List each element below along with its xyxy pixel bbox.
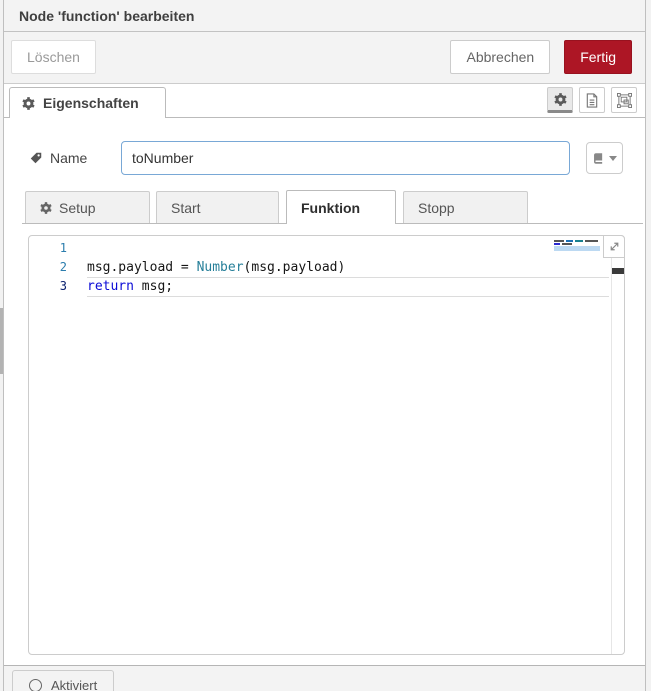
node-edit-form: Name (4, 118, 645, 665)
tab-stopp[interactable]: Stopp (403, 191, 528, 224)
appearance-view-button[interactable] (611, 87, 637, 113)
library-button[interactable] (586, 142, 623, 174)
tab-properties[interactable]: Eigenschaften (9, 87, 166, 118)
tab-funktion-label: Funktion (301, 200, 360, 216)
tab-funktion[interactable]: Funktion (286, 190, 396, 224)
edit-dialog-tray: Node 'function' bearbeiten Löschen Abbre… (3, 0, 646, 691)
properties-view-button[interactable] (547, 87, 573, 113)
tab-setup[interactable]: Setup (25, 191, 150, 224)
tab-start-label: Start (171, 200, 201, 216)
dialog-toolbar: Löschen Abbrechen Fertig (4, 32, 645, 84)
cancel-button[interactable]: Abbrechen (450, 40, 550, 74)
book-icon (592, 152, 605, 165)
gear-icon (554, 93, 567, 106)
name-label: Name (50, 150, 87, 166)
line-number: 1 (29, 239, 67, 258)
editor-scrollbar[interactable] (611, 258, 624, 654)
code-text: return msg; (67, 277, 173, 296)
tab-start[interactable]: Start (156, 191, 279, 224)
gear-icon (22, 97, 35, 110)
editor-scrollbar-thumb[interactable] (612, 268, 624, 274)
enabled-label: Aktiviert (51, 678, 97, 691)
name-label-group: Name (29, 150, 121, 166)
code-editor[interactable]: 1 2 msg.payload = Number(msg.payload) 3 … (28, 235, 625, 655)
tab-setup-label: Setup (59, 200, 96, 216)
description-view-button[interactable] (579, 87, 605, 113)
code-rows: 1 2 msg.payload = Number(msg.payload) 3 … (29, 236, 624, 296)
gear-icon (40, 202, 52, 214)
dialog-footer: Aktiviert (4, 665, 645, 691)
function-tabs: Setup Start Funktion Stopp (22, 190, 643, 224)
code-text (67, 239, 87, 258)
name-field-row: Name (29, 141, 623, 175)
tab-properties-label: Eigenschaften (43, 95, 139, 111)
delete-button[interactable]: Löschen (11, 40, 96, 74)
code-line-underline (87, 296, 609, 297)
code-line: 1 (29, 239, 624, 258)
done-button[interactable]: Fertig (564, 40, 632, 74)
dialog-header: Node 'function' bearbeiten (4, 0, 645, 32)
chevron-down-icon (609, 156, 617, 161)
properties-tab-bar: Eigenschaften (4, 84, 645, 118)
line-number: 3 (29, 277, 67, 296)
circle-icon (29, 679, 42, 691)
description-icon (585, 93, 599, 108)
toolbar-right-group: Abbrechen Fertig (450, 40, 632, 74)
expand-icon (608, 240, 621, 253)
code-line-underline (87, 277, 609, 278)
tag-icon (29, 151, 43, 165)
property-view-buttons (547, 87, 637, 113)
appearance-icon (617, 93, 632, 108)
dialog-title: Node 'function' bearbeiten (19, 8, 194, 24)
node-enabled-toggle[interactable]: Aktiviert (12, 670, 114, 691)
code-line: 3 return msg; (29, 277, 624, 296)
tab-stopp-label: Stopp (418, 200, 455, 216)
code-line: 2 msg.payload = Number(msg.payload) (29, 258, 624, 277)
code-text: msg.payload = Number(msg.payload) (67, 258, 345, 277)
line-number: 2 (29, 258, 67, 277)
editor-minimap (554, 240, 600, 252)
expand-editor-button[interactable] (603, 235, 625, 258)
name-input[interactable] (121, 141, 570, 175)
minimap-viewport (554, 246, 600, 251)
